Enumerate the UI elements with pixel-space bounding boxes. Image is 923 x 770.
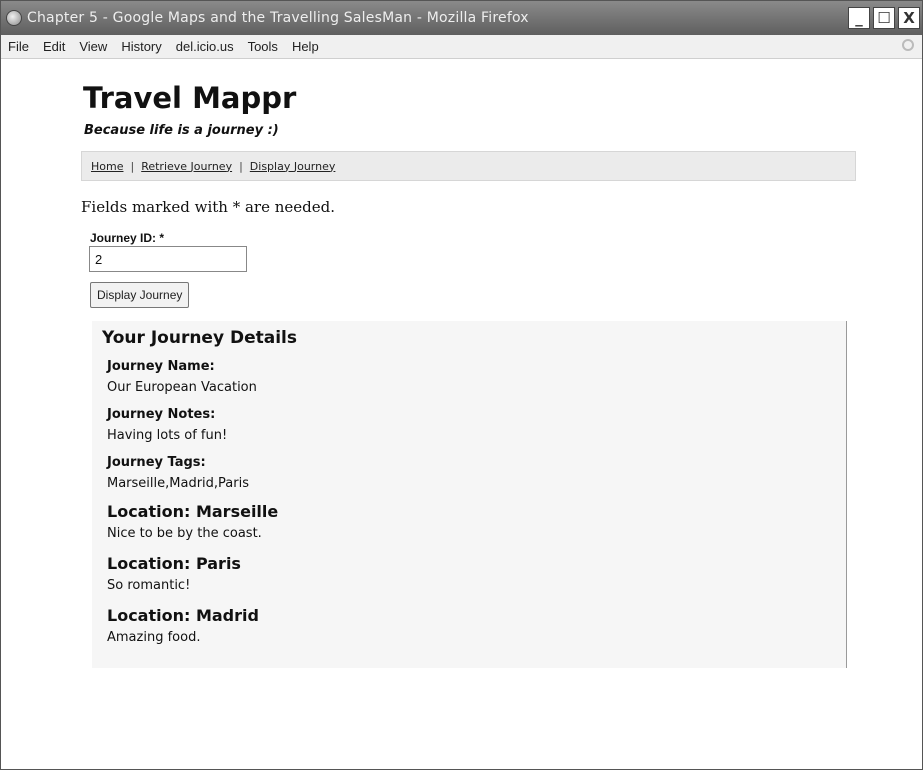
location-title-madrid: Location: Madrid bbox=[107, 606, 259, 625]
nav-link-retrieve-journey[interactable]: Retrieve Journey bbox=[141, 160, 232, 173]
nav-bar: Home | Retrieve Journey | Display Journe… bbox=[81, 151, 856, 181]
page-content: Travel Mappr Because life is a journey :… bbox=[1, 59, 922, 769]
journey-name-value: Our European Vacation bbox=[107, 380, 257, 395]
menu-history[interactable]: History bbox=[114, 39, 168, 54]
nav-link-home[interactable]: Home bbox=[91, 160, 123, 173]
site-tagline: Because life is a journey :) bbox=[84, 123, 279, 138]
site-title: Travel Mappr bbox=[83, 81, 297, 115]
browser-window: Chapter 5 - Google Maps and the Travelli… bbox=[0, 0, 923, 770]
menu-file[interactable]: File bbox=[1, 39, 36, 54]
location-note-marseille: Nice to be by the coast. bbox=[107, 526, 262, 541]
menu-help[interactable]: Help bbox=[285, 39, 326, 54]
location-note-paris: So romantic! bbox=[107, 578, 191, 593]
minimize-button[interactable]: _ bbox=[848, 7, 870, 29]
location-title-marseille: Location: Marseille bbox=[107, 502, 279, 521]
journey-details-heading: Your Journey Details bbox=[102, 328, 297, 348]
location-note-madrid: Amazing food. bbox=[107, 630, 201, 645]
journey-details-panel: Your Journey Details Journey Name: Our E… bbox=[92, 321, 847, 668]
close-button[interactable]: X bbox=[898, 7, 920, 29]
menu-tools[interactable]: Tools bbox=[241, 39, 285, 54]
journey-id-label: Journey ID: * bbox=[90, 231, 165, 245]
menu-view[interactable]: View bbox=[72, 39, 114, 54]
menu-delicious[interactable]: del.icio.us bbox=[169, 39, 241, 54]
nav-separator: | bbox=[130, 159, 135, 173]
nav-separator: | bbox=[239, 159, 243, 173]
journey-notes-value: Having lots of fun! bbox=[107, 428, 228, 443]
journey-tags-label: Journey Tags: bbox=[107, 455, 206, 470]
journey-id-input[interactable] bbox=[89, 246, 247, 272]
title-bar: Chapter 5 - Google Maps and the Travelli… bbox=[1, 1, 922, 35]
throbber-icon bbox=[902, 39, 914, 51]
journey-name-label: Journey Name: bbox=[107, 359, 215, 374]
required-fields-note: Fields marked with * are needed. bbox=[81, 198, 336, 216]
journey-tags-value: Marseille,Madrid,Paris bbox=[107, 476, 249, 491]
window-controls: _ ☐ X bbox=[848, 7, 920, 29]
nav-link-display-journey[interactable]: Display Journey bbox=[250, 160, 336, 173]
menu-edit[interactable]: Edit bbox=[36, 39, 72, 54]
journey-notes-label: Journey Notes: bbox=[107, 407, 216, 422]
location-title-paris: Location: Paris bbox=[107, 554, 241, 573]
display-journey-button[interactable]: Display Journey bbox=[90, 282, 190, 308]
window-title: Chapter 5 - Google Maps and the Travelli… bbox=[27, 10, 529, 26]
firefox-icon bbox=[6, 10, 22, 26]
menu-bar: File Edit View History del.icio.us Tools… bbox=[1, 35, 922, 59]
maximize-button[interactable]: ☐ bbox=[873, 7, 895, 29]
